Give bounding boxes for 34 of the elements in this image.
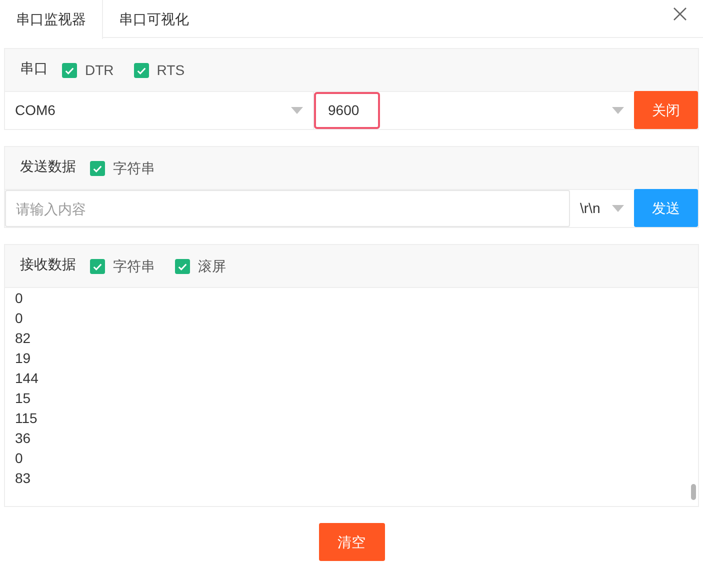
tab[interactable]: 串口可视化	[103, 0, 205, 39]
baud-select[interactable]: 9600	[314, 92, 634, 129]
received-line: 0	[15, 309, 23, 328]
checkbox[interactable]	[134, 62, 149, 78]
received-line: 144	[15, 369, 38, 388]
checkbox[interactable]	[90, 160, 105, 176]
checkbox-label: DTR	[85, 60, 114, 80]
received-line: 36	[15, 429, 31, 448]
received-line: 83	[15, 469, 31, 488]
section-title: 发送数据	[20, 156, 76, 176]
received-line: 0	[15, 289, 23, 308]
checkbox-label: 字符串	[113, 158, 155, 178]
received-line: 82	[15, 329, 31, 348]
section-title: 串口	[20, 58, 48, 78]
received-line: 19	[15, 349, 31, 368]
checkbox[interactable]	[175, 258, 190, 274]
baud-value: 9600	[314, 92, 380, 129]
checkbox-label: 字符串	[113, 256, 155, 276]
close-icon[interactable]	[673, 7, 687, 21]
caret-icon	[612, 205, 624, 212]
line-ending-select[interactable]: \r\n	[570, 190, 634, 227]
caret-icon	[291, 107, 303, 114]
caret-icon	[612, 107, 624, 114]
tab[interactable]: 串口监视器	[0, 0, 103, 39]
scrollbar-thumb[interactable]	[691, 484, 696, 500]
received-line: 115	[15, 409, 38, 428]
received-line: 15	[15, 389, 31, 408]
checkbox-label: 滚屏	[198, 256, 226, 276]
input-field[interactable]: 请输入内容	[5, 190, 570, 227]
received-line: 0	[15, 449, 23, 468]
checkbox[interactable]	[90, 258, 105, 274]
checkbox[interactable]	[62, 62, 77, 78]
checkbox-label: RTS	[156, 60, 185, 80]
section-title: 接收数据	[20, 254, 76, 274]
